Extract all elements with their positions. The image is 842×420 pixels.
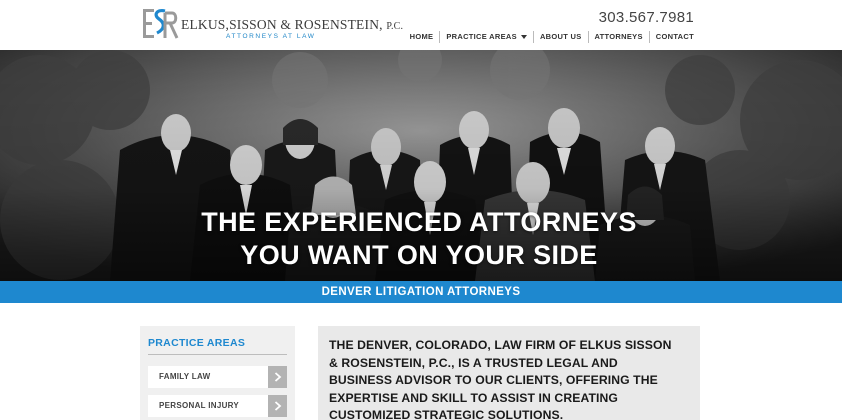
firm-tagline: ATTORNEYS AT LAW	[226, 33, 316, 40]
chevron-right-icon	[268, 395, 287, 417]
firm-name-text: ELKUS,SISSON & ROSENSTEIN,	[181, 17, 383, 32]
chevron-right-icon	[268, 366, 287, 388]
nav-about-us[interactable]: ABOUT US	[534, 31, 589, 43]
nav-contact-label: CONTACT	[655, 32, 694, 41]
practice-areas-sidebar: PRACTICE AREAS FAMILY LAW PERSONAL INJUR…	[140, 326, 295, 420]
nav-attorneys[interactable]: ATTORNEYS	[589, 31, 650, 43]
intro-text: THE DENVER, COLORADO, LAW FIRM OF ELKUS …	[329, 338, 672, 420]
chevron-down-icon	[520, 35, 527, 40]
hero-banner: THE EXPERIENCED ATTORNEYS YOU WANT ON YO…	[0, 50, 842, 281]
phone-number[interactable]: 303.567.7981	[599, 9, 694, 26]
sidebar-item-personal-injury[interactable]: PERSONAL INJURY	[148, 395, 287, 417]
sidebar-item-label: FAMILY LAW	[159, 372, 211, 381]
nav-contact[interactable]: CONTACT	[650, 31, 694, 43]
section-banner: DENVER LITIGATION ATTORNEYS	[0, 281, 842, 303]
main-nav: HOME PRACTICE AREAS ABOUT US ATTORNEYS C…	[404, 31, 694, 43]
intro-panel: THE DENVER, COLORADO, LAW FIRM OF ELKUS …	[318, 326, 700, 420]
site-header: ELKUS,SISSON & ROSENSTEIN, P.C. ATTORNEY…	[0, 0, 842, 50]
firm-name: ELKUS,SISSON & ROSENSTEIN, P.C.	[181, 17, 403, 33]
hero-headline-line1: THE EXPERIENCED ATTORNEYS	[201, 207, 637, 237]
esr-monogram-icon	[143, 9, 179, 39]
nav-home[interactable]: HOME	[404, 31, 441, 43]
sidebar-divider	[148, 354, 287, 355]
sidebar-item-family-law[interactable]: FAMILY LAW	[148, 366, 287, 388]
nav-home-label: HOME	[409, 32, 434, 41]
firm-suffix: P.C.	[386, 21, 404, 32]
nav-attorneys-label: ATTORNEYS	[594, 32, 643, 41]
firm-logo[interactable]: ELKUS,SISSON & ROSENSTEIN, P.C. ATTORNEY…	[143, 7, 403, 43]
sidebar-title: PRACTICE AREAS	[148, 337, 246, 349]
hero-headline-line2: YOU WANT ON YOUR SIDE	[240, 240, 598, 270]
nav-practice-areas[interactable]: PRACTICE AREAS	[440, 31, 534, 43]
nav-about-us-label: ABOUT US	[539, 32, 582, 41]
nav-practice-areas-label: PRACTICE AREAS	[446, 32, 517, 41]
sidebar-item-label: PERSONAL INJURY	[159, 401, 240, 410]
